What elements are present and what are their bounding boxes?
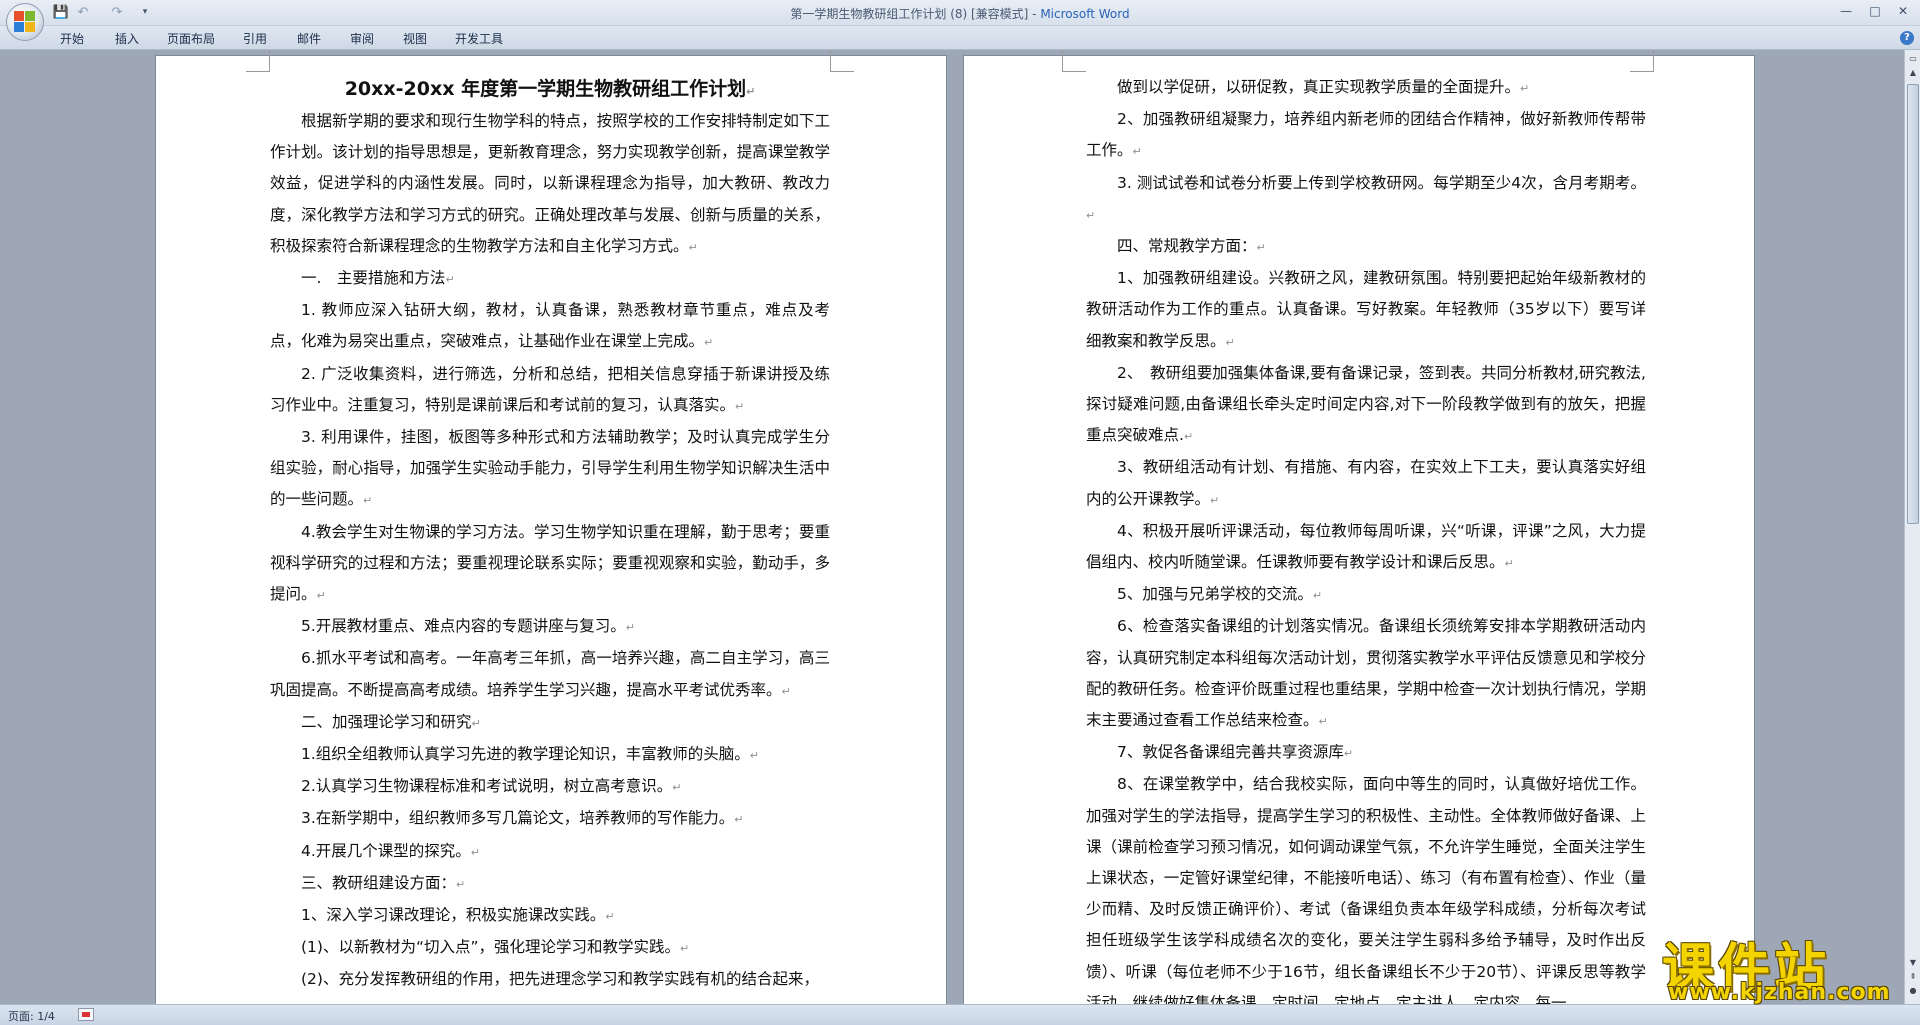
paragraph[interactable]: 1、深入学习课改理论，积极实施课改实践。↵: [270, 900, 830, 932]
document-title: 20xx-20xx 年度第一学期生物教研组工作计划↵: [344, 78, 756, 100]
tab-review[interactable]: 审阅: [350, 30, 374, 47]
paragraph[interactable]: 做到以学促研，以研促教，真正实现教学质量的全面提升。↵: [1086, 72, 1646, 104]
paragraph[interactable]: 2、 教研组要加强集体备课,要有备课记录，签到表。共同分析教材,研究教法,探讨疑…: [1086, 358, 1646, 453]
tab-view[interactable]: 视图: [403, 30, 427, 47]
watermark-url: www.kjzhan.com: [1668, 980, 1891, 1005]
paragraph[interactable]: 8、在课堂教学中，结合我校实际，面向中等生的同时，认真做好培优工作。加强对学生的…: [1086, 769, 1646, 1004]
page-2[interactable]: 做到以学促研，以研促教，真正实现教学质量的全面提升。↵ 2、加强教研组凝聚力，培养…: [964, 50, 1754, 1004]
select-browse-object-icon[interactable]: ●: [1907, 984, 1919, 998]
maximize-button[interactable]: □: [1862, 2, 1888, 20]
paragraph[interactable]: 3. 利用课件，挂图，板图等多种形式和方法辅助教学；及时认真完成学生分组实验，耐…: [270, 422, 830, 517]
scroll-up-icon[interactable]: ▲: [1907, 66, 1919, 80]
minimize-button[interactable]: —: [1833, 2, 1859, 20]
paragraph[interactable]: 7、敦促各备课组完善共享资源库↵: [1086, 737, 1646, 769]
paragraph[interactable]: 1. 教师应深入钻研大纲，教材，认真备课，熟悉教材章节重点，难点及考点，化难为易…: [270, 295, 830, 358]
right-page-paragraphs: 做到以学促研，以研促教，真正实现教学质量的全面提升。↵ 2、加强教研组凝聚力，培养…: [1086, 72, 1646, 1004]
tab-home[interactable]: 开始: [60, 30, 84, 47]
tab-page-layout[interactable]: 页面布局: [167, 30, 215, 47]
crop-mark: [830, 50, 854, 72]
tab-developer[interactable]: 开发工具: [455, 30, 503, 47]
paragraph[interactable]: 2.认真学习生物课程标准和考试说明，树立高考意识。↵: [270, 771, 830, 803]
paragraph[interactable]: 6.抓水平考试和高考。一年高考三年抓，高一培养兴趣，高二自主学习，高三巩固提高。…: [270, 643, 830, 706]
paragraph[interactable]: 一. 主要措施和方法↵: [270, 263, 830, 295]
paragraph[interactable]: 2. 广泛收集资料，进行筛选，分析和总结，把相关信息穿插于新课讲授及练习作业中。…: [270, 359, 830, 422]
office-logo-icon: [14, 11, 36, 33]
close-button[interactable]: ✕: [1890, 2, 1916, 20]
paragraph[interactable]: 二、加强理论学习和研究↵: [270, 707, 830, 739]
vertical-scrollbar[interactable]: ▭ ▲ ▼ ⇞ ●: [1904, 50, 1920, 1004]
paragraph[interactable]: 5、加强与兄弟学校的交流。↵: [1086, 579, 1646, 611]
paragraph[interactable]: 4.开展几个课型的探究。↵: [270, 836, 830, 868]
tab-mailings[interactable]: 邮件: [297, 30, 321, 47]
page-count-status[interactable]: 页面: 1/4: [8, 1008, 55, 1024]
ruler-toggle-icon[interactable]: ▭: [1907, 52, 1919, 66]
paragraph[interactable]: 根据新学期的要求和现行生物学科的特点，按照学校的工作安排特制定如下工作计划。该计…: [270, 106, 830, 263]
window-title: 第一学期生物教研组工作计划 (8) [兼容模式] - Microsoft Wor…: [0, 5, 1920, 22]
paragraph[interactable]: 4、积极开展听评课活动，每位教师每周听课，兴“听课，评课”之风，大力提倡组内、校…: [1086, 516, 1646, 579]
paragraph[interactable]: (2)、充分发挥教研组的作用，把先进理念学习和教学实践有机的结合起来，: [270, 964, 830, 995]
left-page-paragraphs: 根据新学期的要求和现行生物学科的特点，按照学校的工作安排特制定如下工作计划。该计…: [270, 106, 830, 996]
paragraph[interactable]: 5.开展教材重点、难点内容的专题讲座与复习。↵: [270, 611, 830, 643]
status-bar: 页面: 1/4: [0, 1004, 1920, 1025]
page-2-text[interactable]: 做到以学促研，以研促教，真正实现教学质量的全面提升。↵ 2、加强教研组凝聚力，培养…: [1086, 72, 1646, 1004]
ribbon-tabs: 开始 插入 页面布局 引用 邮件 审阅 视图 开发工具 ?: [0, 26, 1920, 50]
paragraph[interactable]: 3. 测试试卷和试卷分析要上传到学校教研网。每学期至少4次，含月考期考。↵: [1086, 168, 1646, 231]
crop-mark: [1062, 50, 1086, 72]
paragraph[interactable]: 4.教会学生对生物课的学习方法。学习生物学知识重在理解，勤于思考；要重视科学研究…: [270, 517, 830, 612]
paragraph[interactable]: 1、加强教研组建设。兴教研之风，建教研氛围。特别要把起始年级新教材的教研活动作为…: [1086, 263, 1646, 358]
app-name: Microsoft Word: [1040, 7, 1130, 21]
watermark-logo: 课件站 www.kjzhan.com: [1662, 926, 1902, 1005]
paragraph[interactable]: 6、检查落实备课组的计划落实情况。备课组长须统筹安排本学期教研活动内容，认真研究…: [1086, 611, 1646, 737]
scroll-thumb[interactable]: [1907, 84, 1919, 524]
paragraph[interactable]: 四、常规教学方面：↵: [1086, 231, 1646, 263]
tab-insert[interactable]: 插入: [115, 30, 139, 47]
paragraph[interactable]: 3.在新学期中，组织教师多写几篇论文，培养教师的写作能力。↵: [270, 803, 830, 835]
document-name: 第一学期生物教研组工作计划 (8) [兼容模式] -: [790, 7, 1041, 21]
page-1-text[interactable]: 20xx-20xx 年度第一学期生物教研组工作计划↵ 根据新学期的要求和现行生物…: [270, 72, 830, 996]
paragraph[interactable]: 3、教研组活动有计划、有措施、有内容，在实效上下工夫，要认真落实好组内的公开课教…: [1086, 452, 1646, 515]
paragraph[interactable]: 三、教研组建设方面：↵: [270, 868, 830, 900]
page-1[interactable]: 20xx-20xx 年度第一学期生物教研组工作计划↵ 根据新学期的要求和现行生物…: [156, 50, 946, 1004]
proofing-status-icon[interactable]: [78, 1008, 94, 1021]
paragraph[interactable]: 2、加强教研组凝聚力，培养组内新老师的团结合作精神，做好新教师传帮带工作。↵: [1086, 104, 1646, 167]
previous-page-icon[interactable]: ⇞: [1907, 970, 1919, 984]
tab-references[interactable]: 引用: [243, 30, 267, 47]
paragraph[interactable]: (1)、以新教材为“切入点”，强化理论学习和教学实践。↵: [270, 932, 830, 964]
paragraph[interactable]: 1.组织全组教师认真学习先进的教学理论知识，丰富教师的头脑。↵: [270, 739, 830, 771]
document-area[interactable]: 20xx-20xx 年度第一学期生物教研组工作计划↵ 根据新学期的要求和现行生物…: [0, 50, 1904, 1004]
office-button[interactable]: [6, 3, 44, 41]
help-icon[interactable]: ?: [1900, 31, 1914, 45]
crop-mark: [246, 50, 270, 72]
title-bar: 💾 ↶ ↷ ▾ 第一学期生物教研组工作计划 (8) [兼容模式] - Micro…: [0, 0, 1920, 26]
scroll-down-icon[interactable]: ▼: [1907, 956, 1919, 970]
crop-mark: [1630, 50, 1654, 72]
